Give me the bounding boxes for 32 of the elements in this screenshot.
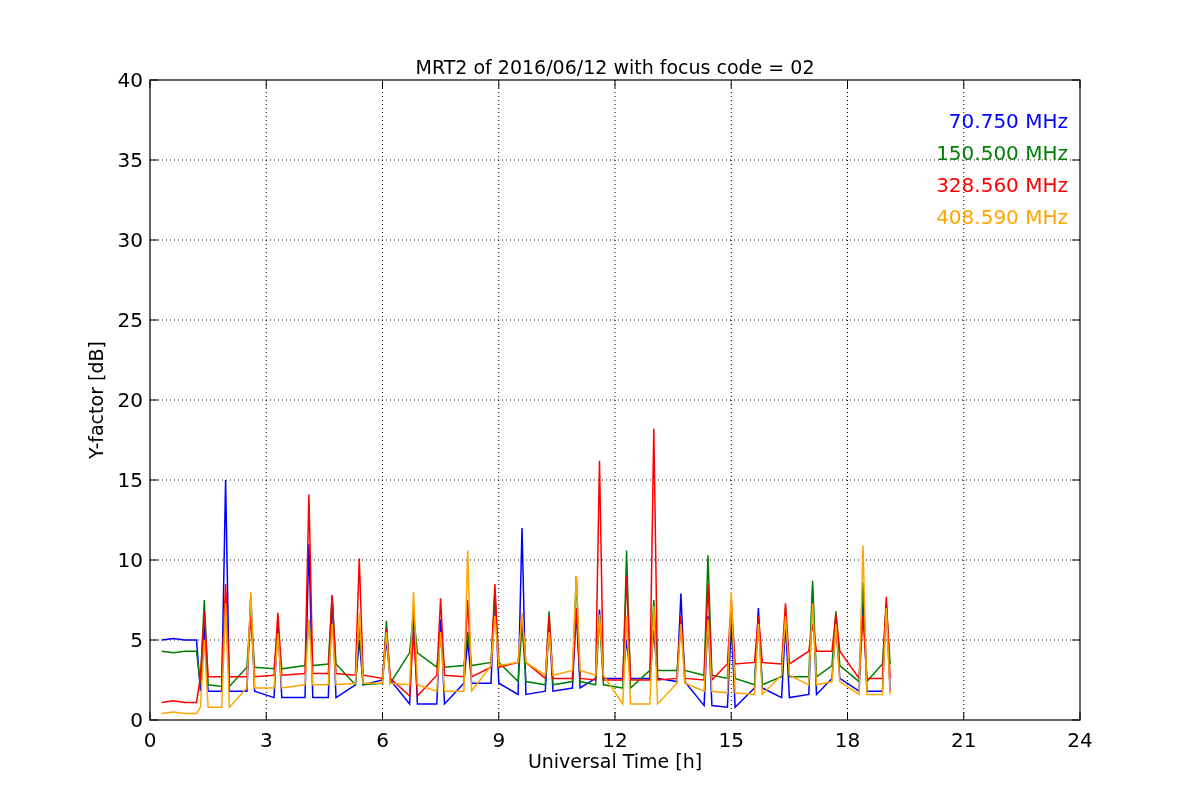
y-axis-label: Y-factor [dB] — [85, 341, 107, 459]
legend-label: 328.560 MHz — [936, 173, 1068, 197]
tick-label: 40 — [117, 68, 143, 92]
tick-label: 15 — [718, 728, 744, 752]
tick-label: 0 — [143, 728, 157, 752]
legend-label: 70.750 MHz — [948, 109, 1068, 133]
tick-mark — [963, 711, 965, 721]
tick-label: 18 — [834, 728, 861, 752]
legend-label: 408.590 MHz — [936, 205, 1068, 229]
tick-mark — [265, 711, 267, 721]
tick-label: 15 — [117, 468, 143, 492]
tick-label: 9 — [492, 728, 506, 752]
tick-label: 20 — [117, 388, 143, 412]
tick-mark — [614, 711, 616, 721]
tick-label: 5 — [130, 628, 143, 652]
tick-mark — [498, 711, 500, 721]
tick-label: 12 — [602, 728, 628, 752]
tick-label: 30 — [117, 228, 143, 252]
tick-label: 6 — [376, 728, 389, 752]
legend-label: 150.500 MHz — [936, 141, 1068, 165]
tick-label: 21 — [951, 728, 977, 752]
tick-label: 25 — [117, 308, 143, 332]
tick-mark — [847, 711, 848, 721]
tick-label: 24 — [1067, 728, 1093, 752]
tick-mark — [382, 711, 383, 721]
chart-title: MRT2 of 2016/06/12 with focus code = 02 — [415, 56, 815, 78]
tick-label: 0 — [130, 708, 143, 732]
tick-label: 10 — [117, 548, 143, 572]
tick-label: 35 — [117, 148, 143, 172]
tick-mark — [730, 711, 732, 721]
x-axis-label: Universal Time [h] — [527, 750, 703, 772]
tick-label: 3 — [259, 728, 273, 752]
